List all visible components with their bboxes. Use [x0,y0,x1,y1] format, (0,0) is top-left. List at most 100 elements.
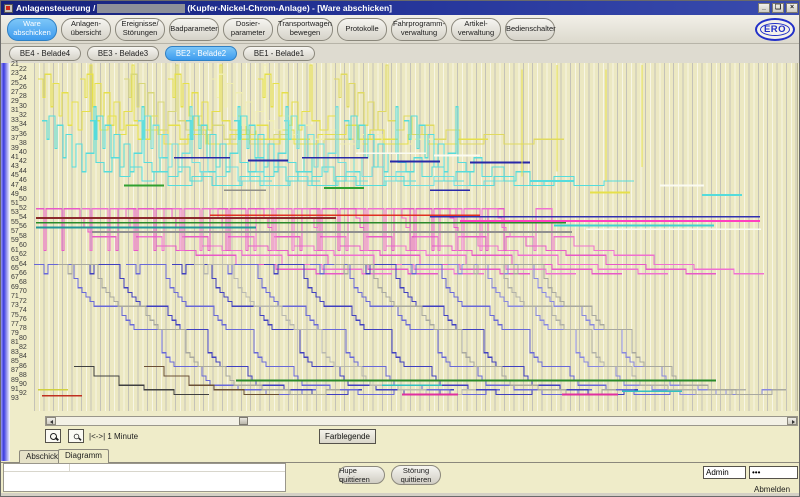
station-label: 80 [19,335,27,342]
station-label: 27 [11,89,19,96]
station-label: 21 [11,61,19,68]
window-bottom-edge [1,493,800,497]
station-label: 55 [11,219,19,226]
station-label: 82 [19,344,27,351]
toolbar-buttons: WareabschickenAnlagen-übersichtEreigniss… [7,18,559,41]
toolbar-button-fahrprogramm-verwaltung[interactable]: Fahrprogramm-verwaltung [391,18,447,41]
station-label: 28 [19,93,27,100]
restore-button[interactable]: ❏ [772,3,784,13]
station-label: 36 [19,131,27,138]
station-label: 88 [19,372,27,379]
station-label: 22 [19,66,27,73]
station-label: 60 [19,242,27,249]
ero-logo: ERO [755,18,795,41]
station-label: 89 [11,377,19,384]
diagram-controls: |<->| 1 Minute Farblegende [1,429,800,447]
title-suffix: (Kupfer-Nickel-Chrom-Anlage) - [Ware abs… [187,3,392,13]
zoom-in-button[interactable] [45,429,61,443]
station-label: 34 [19,121,27,128]
app-icon [4,4,13,13]
station-label: 69 [11,284,19,291]
close-button[interactable]: × [786,3,798,13]
message-list-header [4,464,285,472]
station-label: 65 [11,265,19,272]
password-input[interactable] [749,466,798,479]
station-label: 49 [11,191,19,198]
message-list[interactable] [3,463,286,492]
station-label: 47 [11,182,19,189]
hupe-quittieren-button[interactable]: Hupe quittieren [338,466,385,484]
tab-diagramm[interactable]: Diagramm [58,449,109,463]
toolbar-button-protokolle[interactable]: Protokolle [337,18,387,41]
station-label: 57 [11,228,19,235]
station-tab-be1[interactable]: BE1 - Belade1 [243,46,315,61]
station-label: 62 [19,251,27,258]
station-label: 63 [11,256,19,263]
time-scrollbar[interactable] [45,416,798,426]
toolbar-button-bedienschalter[interactable]: Bedienschalter [505,18,555,41]
scrollbar-thumb[interactable] [239,417,248,425]
bottom-tab-strip: Abschicken Diagramm [1,449,800,463]
trace-warentraeger-cyan [186,107,416,186]
toolbar-button-artikel-verwaltung[interactable]: Artikel-verwaltung [451,18,501,41]
station-label: 46 [19,177,27,184]
toolbar-button-badparameter[interactable]: Badparameter [169,18,219,41]
station-label: 83 [11,349,19,356]
station-label: 61 [11,247,19,254]
station-label: 35 [11,126,19,133]
station-label: 86 [19,363,27,370]
station-label: 30 [19,103,27,110]
station-label: 79 [11,330,19,337]
toolbar-button-transportwagen-bewegen[interactable]: Transportwagenbewegen [277,18,333,41]
toolbar-button-ware-abschicken[interactable]: Wareabschicken [7,18,57,41]
station-label: 81 [11,339,19,346]
station-label: 84 [19,353,27,360]
station-label: 53 [11,209,19,216]
toolbar-button-anlagen-uebersicht[interactable]: Anlagen-übersicht [61,18,111,41]
station-tab-be3[interactable]: BE3 - Belade3 [87,46,159,61]
toolbar: WareabschickenAnlagen-übersichtEreigniss… [1,15,800,44]
color-legend-button[interactable]: Farblegende [319,429,376,444]
stoerung-label-line2: quittieren [401,475,432,484]
scrollbar-track[interactable] [56,417,787,425]
station-label: 76 [19,316,27,323]
station-label: 26 [19,84,27,91]
minimize-button[interactable]: _ [758,3,770,13]
station-label: 70 [19,288,27,295]
station-label: 24 [19,75,27,82]
station-tab-be4[interactable]: BE4 - Belade4 [9,46,81,61]
station-label: 58 [19,233,27,240]
station-label: 48 [19,186,27,193]
station-label: 54 [19,214,27,221]
station-label: 52 [19,205,27,212]
station-label: 23 [11,70,19,77]
diagram-canvas[interactable] [34,63,798,411]
trace-beladung-gelb [80,65,310,144]
trace-warentraeger-cyan [404,107,634,186]
station-label: 56 [19,223,27,230]
station-label: 71 [11,293,19,300]
trace-warentraeger-blau [494,265,776,395]
station-label: 72 [19,298,27,305]
station-label: 64 [19,261,27,268]
station-label: 41 [11,154,19,161]
toolbar-button-ereignisse-stoerungen[interactable]: Ereignisse/Störungen [115,18,165,41]
station-label: 85 [11,358,19,365]
station-label: 42 [19,158,27,165]
toolbar-button-dosier-parameter[interactable]: Dosier-parameter [223,18,273,41]
scroll-right-icon[interactable] [787,417,797,425]
stoerung-quittieren-button[interactable]: Störung quittieren [391,465,441,485]
trace-warentraeger-cyan [284,107,514,186]
scroll-left-icon[interactable] [46,417,56,425]
station-label: 38 [19,140,27,147]
station-label: 92 [19,390,27,397]
bottom-panel: Hupe quittieren Störung quittieren Abmel… [1,463,800,493]
station-label: 59 [11,237,19,244]
station-label: 77 [11,321,19,328]
user-input[interactable] [703,466,746,479]
redacted-text [97,4,185,13]
zoom-out-button[interactable] [68,429,84,443]
station-tab-be2[interactable]: BE2 - Belade2 [165,46,237,61]
station-label: 44 [19,168,27,175]
magnifier-small-icon [73,433,78,438]
